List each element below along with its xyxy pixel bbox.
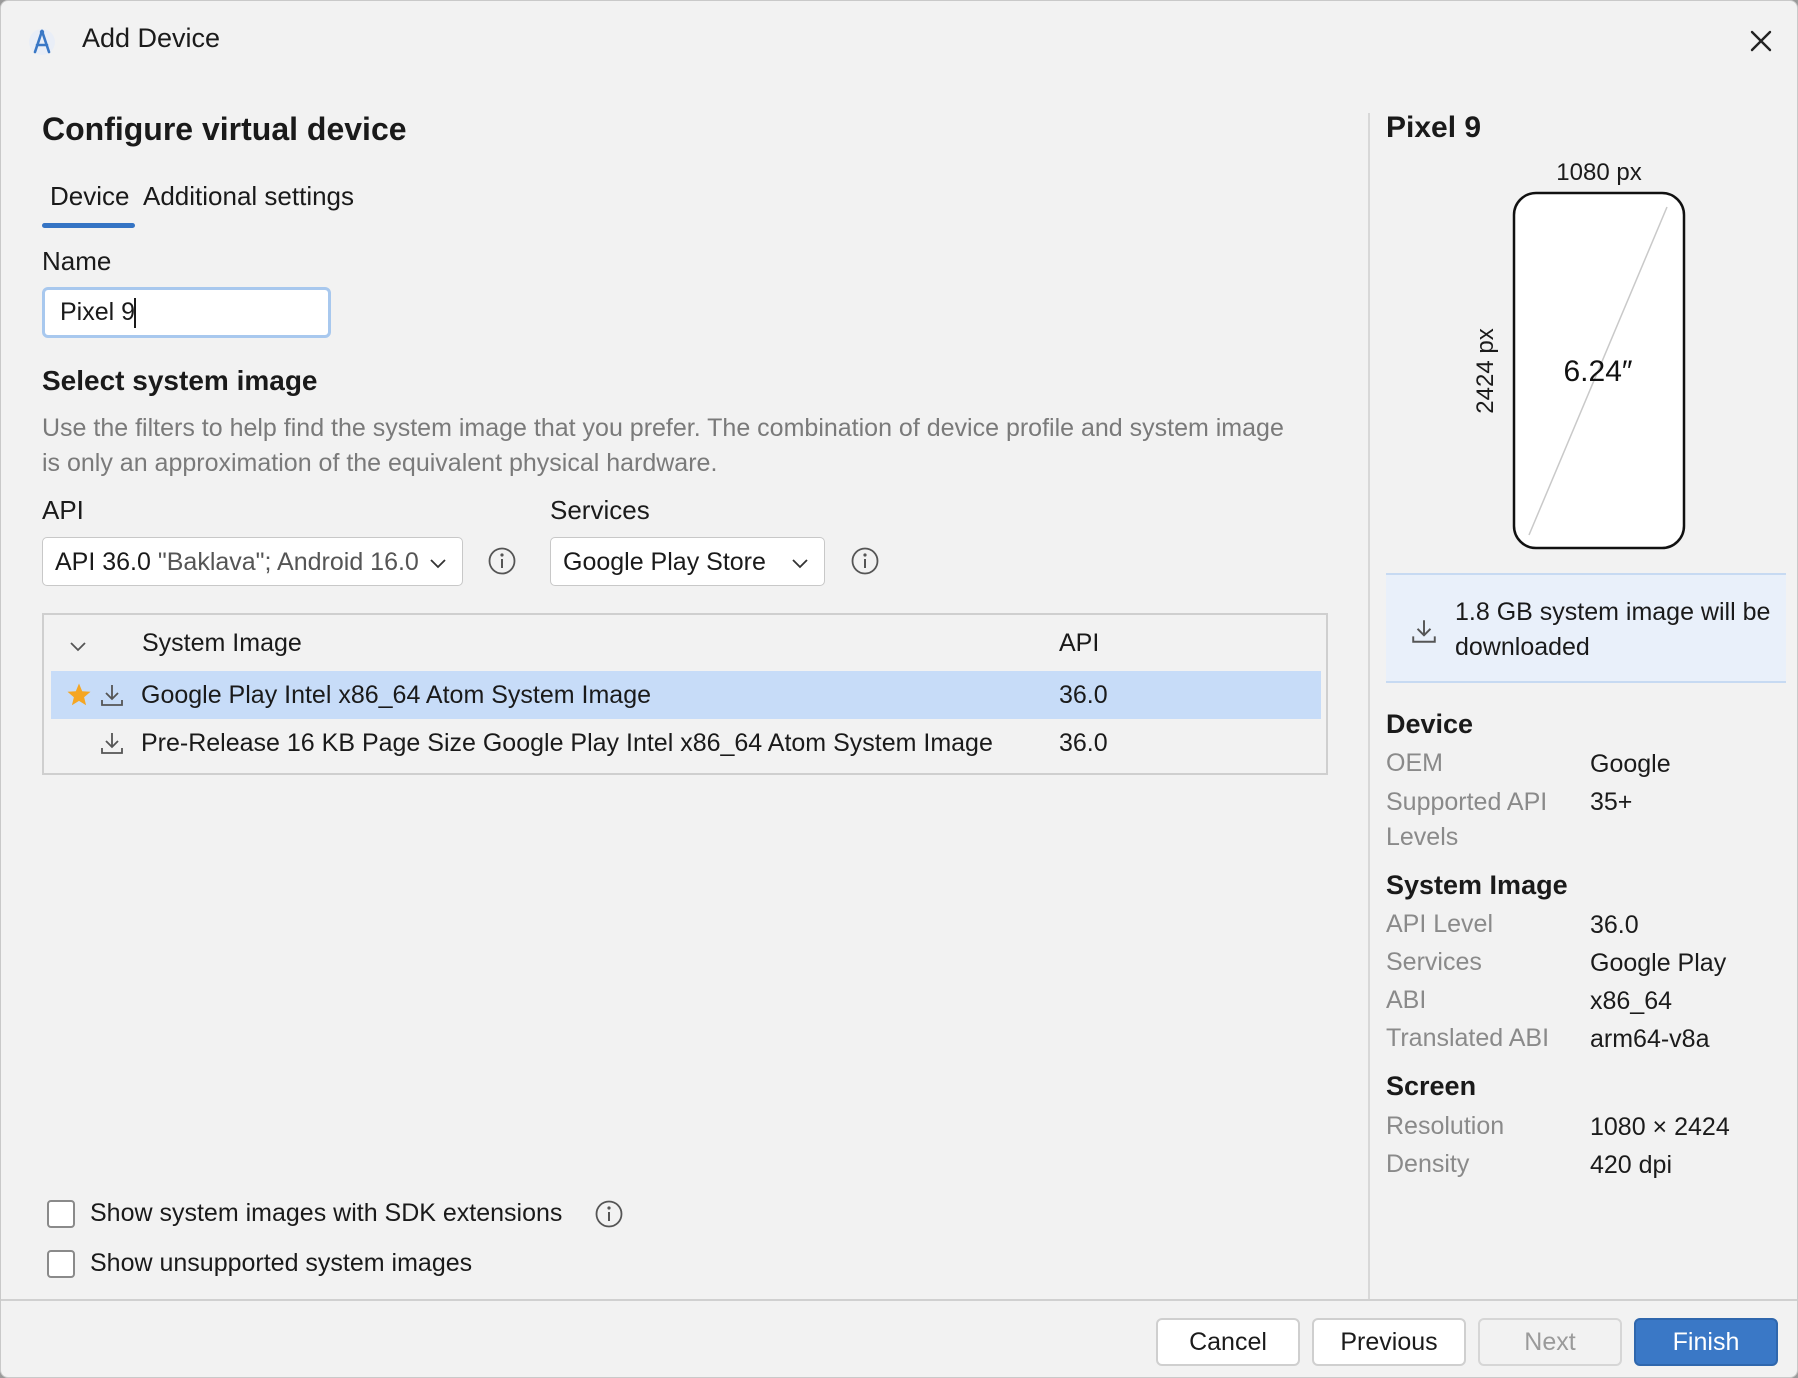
close-icon[interactable]: [1739, 19, 1783, 63]
download-icon: [101, 685, 123, 706]
system-image-table: System Image API Google Play Intel x86_6…: [42, 613, 1328, 775]
download-notice-text: 1.8 GB system image will be downloaded: [1455, 598, 1771, 661]
services-dropdown-value: Google Play Store: [563, 548, 766, 576]
unsupported-images-label[interactable]: Show unsupported system images: [90, 1249, 472, 1278]
resolution-key: Resolution: [1386, 1112, 1505, 1140]
api-dropdown-detail: "Baklava"; Android 16.0: [157, 548, 419, 576]
sdk-extensions-label[interactable]: Show system images with SDK extensions: [90, 1199, 562, 1228]
services-value: Google Play: [1590, 949, 1727, 977]
text-caret: [134, 298, 136, 328]
api-level-key: API Level: [1386, 910, 1494, 938]
abi-key: ABI: [1386, 986, 1427, 1014]
system-image-heading: Select system image: [42, 365, 318, 396]
api-dropdown[interactable]: API 36.0 "Baklava"; Android 16.0: [42, 537, 463, 586]
android-studio-icon: [29, 29, 55, 55]
api-level-value: 36.0: [1590, 911, 1639, 939]
window-title: Add Device: [82, 23, 221, 53]
finish-button[interactable]: Finish: [1634, 1318, 1778, 1366]
page-title: Configure virtual device: [42, 111, 407, 147]
tab-device[interactable]: Device: [50, 181, 129, 212]
system-image-name: Pre-Release 16 KB Page Size Google Play …: [141, 729, 993, 757]
add-device-dialog: Add Device Configure virtual device Devi…: [0, 0, 1798, 1378]
column-header-api[interactable]: API: [1059, 629, 1099, 658]
pane-divider: [1368, 113, 1370, 1299]
sdk-extensions-checkbox[interactable]: [47, 1200, 75, 1228]
system-image-api: 36.0: [1059, 729, 1108, 757]
chevron-down-icon: [792, 559, 808, 569]
sdk-extensions-info-icon[interactable]: [594, 1199, 624, 1229]
table-row[interactable]: Pre-Release 16 KB Page Size Google Play …: [51, 719, 1321, 767]
name-field[interactable]: [42, 287, 331, 338]
download-icon: [1412, 620, 1436, 643]
api-label: API: [42, 495, 84, 525]
width-label: 1080 px: [1556, 159, 1641, 186]
services-label: Services: [550, 495, 650, 525]
cancel-button[interactable]: Cancel: [1156, 1318, 1300, 1366]
density-value: 420 dpi: [1590, 1151, 1673, 1179]
translated-abi-key: Translated ABI: [1386, 1024, 1550, 1052]
next-button[interactable]: Next: [1478, 1318, 1622, 1366]
height-label: 2424 px: [1472, 328, 1499, 413]
table-row[interactable]: Google Play Intel x86_64 Atom System Ima…: [51, 671, 1321, 719]
diagonal-size-label: 6.24″: [1563, 355, 1632, 388]
download-notice: 1.8 GB system image will be downloaded: [1386, 573, 1786, 683]
tab-additional-settings[interactable]: Additional settings: [143, 181, 354, 212]
translated-abi-value: arm64-v8a: [1590, 1025, 1710, 1053]
system-image-name: Google Play Intel x86_64 Atom System Ima…: [141, 681, 651, 709]
unsupported-images-checkbox[interactable]: [47, 1250, 75, 1278]
api-levels-value: 35+: [1590, 788, 1633, 816]
download-icon: [101, 733, 123, 754]
system-image-section-title: System Image: [1386, 870, 1568, 900]
services-dropdown[interactable]: Google Play Store: [550, 537, 825, 586]
oem-key: OEM: [1386, 749, 1443, 777]
resolution-value: 1080 × 2424: [1590, 1113, 1730, 1141]
density-key: Density: [1386, 1150, 1470, 1178]
api-info-icon[interactable]: [487, 546, 517, 576]
api-levels-key: Supported API Levels: [1386, 788, 1548, 851]
system-image-description: Use the filters to help find the system …: [42, 414, 1284, 477]
title-bar: Add Device: [1, 1, 1797, 83]
device-section-title: Device: [1386, 709, 1474, 739]
column-header-system-image[interactable]: System Image: [142, 629, 302, 658]
services-key: Services: [1386, 948, 1482, 976]
previous-button[interactable]: Previous: [1312, 1318, 1466, 1366]
name-label: Name: [42, 246, 112, 276]
abi-value: x86_64: [1590, 987, 1673, 1015]
star-icon: [67, 683, 91, 706]
services-info-icon[interactable]: [850, 546, 880, 576]
device-preview: 1080 px 2424 px 6.24″: [1472, 159, 1686, 550]
collapse-chevron-icon[interactable]: [68, 636, 88, 656]
system-image-api: 36.0: [1059, 681, 1108, 709]
preview-device-name: Pixel 9: [1386, 111, 1482, 144]
api-dropdown-value: API 36.0: [55, 548, 151, 576]
footer-divider: [1, 1299, 1797, 1301]
screen-section-title: Screen: [1386, 1071, 1477, 1101]
chevron-down-icon: [430, 559, 446, 569]
tab-selected-indicator: [42, 223, 135, 228]
oem-value: Google: [1590, 750, 1671, 778]
